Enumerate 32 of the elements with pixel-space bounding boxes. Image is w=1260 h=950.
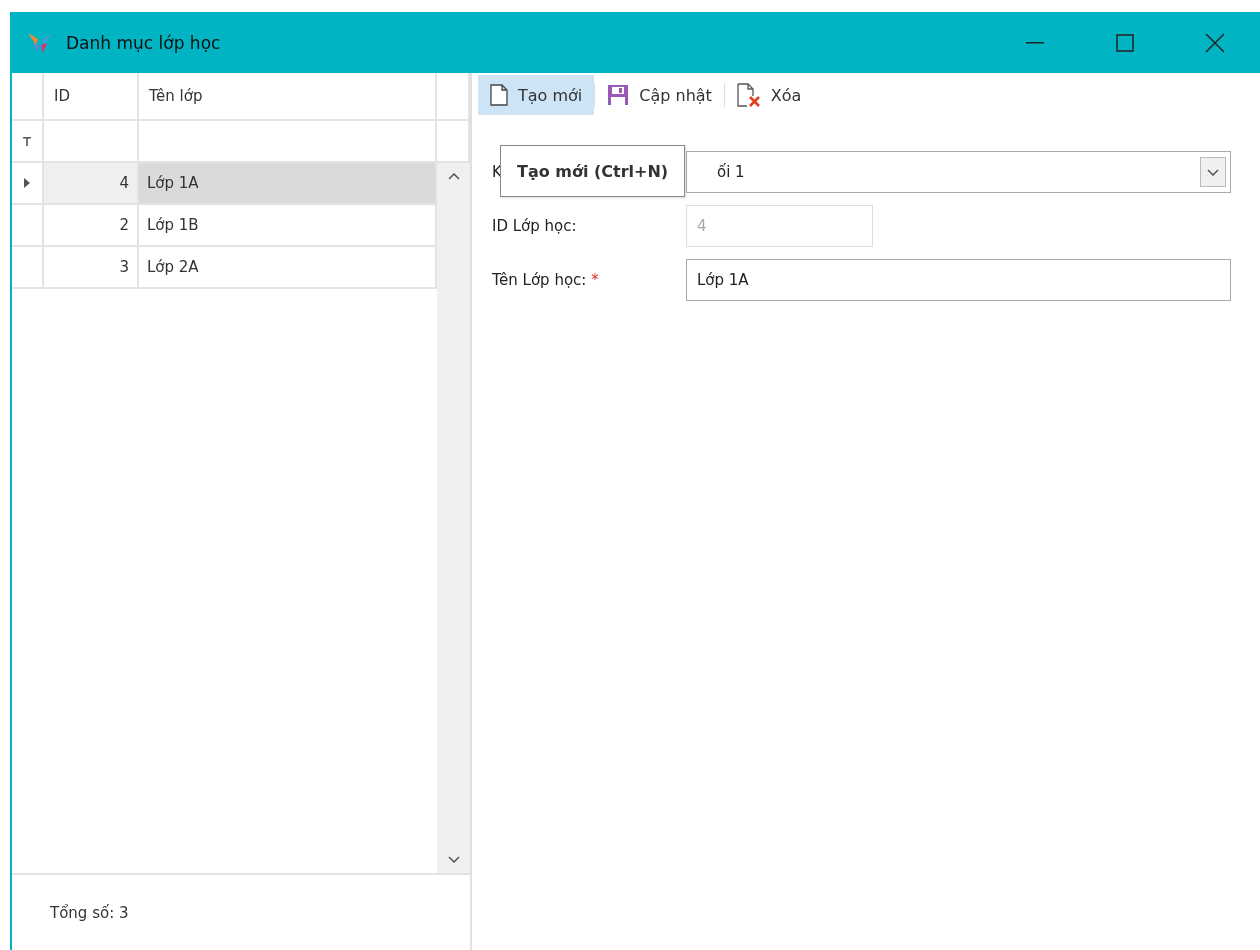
dropdown-field[interactable]: ối 1: [686, 151, 1231, 193]
delete-button[interactable]: Xóa: [724, 75, 814, 115]
grid-row[interactable]: 4 Lớp 1A: [12, 163, 437, 205]
close-icon: [1205, 32, 1225, 53]
blank-page-icon: [490, 84, 508, 106]
filter-icon: [23, 136, 31, 146]
new-button[interactable]: Tạo mới: [478, 75, 595, 115]
maximize-icon: [1116, 33, 1134, 52]
window-title: Danh mục lớp học: [66, 32, 222, 53]
field-label: ID Lớp học:: [492, 217, 577, 235]
tooltip: Tạo mới (Ctrl+N): [500, 145, 686, 197]
table-cell: 4: [44, 163, 139, 205]
total-count: Tổng số: 3: [50, 903, 129, 922]
grid-row[interactable]: 3 Lớp 2A: [12, 247, 437, 289]
column-header[interactable]: ID: [44, 73, 139, 121]
column-header[interactable]: Tên lớp: [139, 73, 437, 121]
input-field[interactable]: Lớp 1A: [686, 259, 1231, 301]
field-label: Tên Lớp học:: [492, 271, 587, 289]
chevron-down-icon: [1207, 168, 1219, 176]
row-pointer-icon: [24, 178, 30, 188]
butterfly-icon: [26, 30, 54, 55]
scroll-up-icon: [447, 173, 460, 180]
scrollbar[interactable]: [437, 163, 470, 873]
page-with-x-icon: [736, 83, 761, 107]
minimize-icon: [1026, 41, 1044, 44]
table-cell: 2: [44, 205, 139, 247]
save-button[interactable]: Cập nhật: [595, 75, 724, 115]
scroll-down-icon: [447, 856, 460, 863]
table-cell: 3: [44, 247, 139, 289]
required-mark: *: [591, 271, 599, 289]
grid-row[interactable]: 2 Lớp 1B: [12, 205, 437, 247]
table-cell: Lớp 1A: [139, 163, 437, 205]
